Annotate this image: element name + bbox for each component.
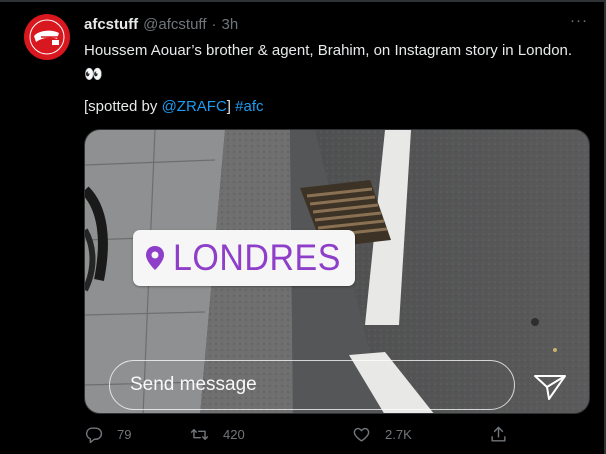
spotted-prefix: [spotted by — [84, 98, 162, 115]
handle[interactable]: @afcstuff — [143, 16, 206, 33]
tweet-actions: 79 420 2.7K — [84, 425, 524, 447]
display-name[interactable]: afcstuff — [84, 16, 138, 33]
retweet-count: 420 — [223, 427, 245, 442]
send-message-placeholder: Send message — [130, 374, 257, 395]
send-message-input[interactable]: Send message — [109, 360, 515, 410]
avatar-logo — [25, 15, 69, 59]
spotted-suffix: ] — [226, 98, 231, 115]
timestamp[interactable]: 3h — [221, 16, 238, 33]
retweet-button[interactable]: 420 — [190, 425, 245, 444]
tweet-text: Houssem Aouar’s brother & agent, Brahim,… — [84, 40, 594, 86]
reply-icon — [85, 427, 103, 444]
time-separator: · — [211, 16, 217, 33]
hashtag-link[interactable]: #afc — [235, 98, 263, 115]
spotted-line: [spotted by @ZRAFC] #afc — [84, 96, 264, 118]
retweet-icon — [190, 429, 209, 440]
tweet-header: afcstuff @afcstuff · 3h — [84, 16, 238, 33]
mention-link[interactable]: @ZRAFC — [162, 98, 227, 115]
location-sticker: LONDRES — [133, 230, 355, 286]
send-arrow-icon[interactable] — [533, 373, 567, 401]
tweet-media[interactable]: LONDRES Send message — [84, 129, 590, 414]
avatar[interactable] — [24, 14, 70, 60]
like-button[interactable]: 2.7K — [352, 425, 412, 444]
like-icon — [353, 427, 370, 442]
reply-count: 79 — [117, 427, 132, 442]
tweet-body: Houssem Aouar’s brother & agent, Brahim,… — [84, 42, 573, 59]
like-count: 2.7K — [385, 427, 412, 442]
top-divider — [0, 0, 606, 2]
location-pin-icon — [146, 246, 164, 270]
location-label: LONDRES — [173, 236, 341, 278]
more-icon[interactable]: ··· — [570, 12, 588, 29]
share-button[interactable] — [489, 425, 508, 444]
eyes-emoji: 👀 — [84, 66, 103, 83]
reply-button[interactable]: 79 — [84, 425, 131, 444]
share-icon — [491, 426, 506, 442]
